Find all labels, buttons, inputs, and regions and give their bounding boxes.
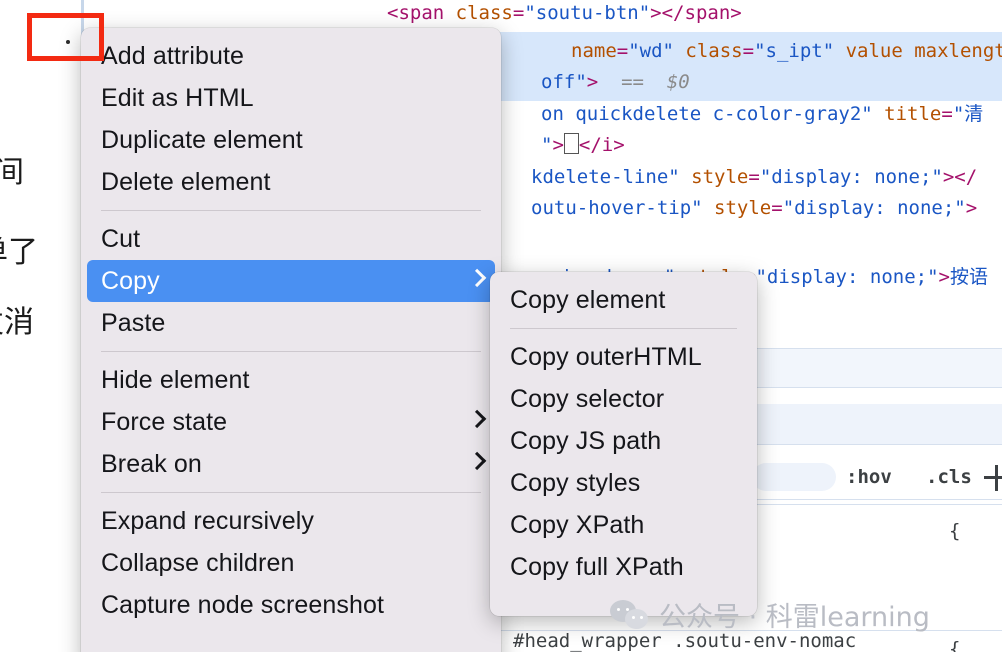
- menu-item-label: Copy JS path: [510, 427, 662, 455]
- menu-item-label: Hide element: [101, 366, 250, 394]
- menu-item-label: Capture node screenshot: [101, 591, 385, 619]
- menu-item-label: Copy XPath: [510, 511, 645, 539]
- style-rule-line-1[interactable]: {: [949, 632, 960, 652]
- context-menu-item-add-attribute[interactable]: Add attribute: [87, 35, 495, 77]
- menu-item-label: Force state: [101, 408, 228, 436]
- code-token: 清: [964, 103, 984, 125]
- code-token: =: [941, 103, 953, 125]
- cls-toggle[interactable]: .cls: [926, 455, 972, 499]
- code-token: >: [938, 266, 950, 288]
- copy-submenu-item-copy-element[interactable]: Copy element: [496, 279, 751, 321]
- copy-submenu[interactable]: Copy element Copy outerHTML Copy selector C…: [490, 272, 757, 616]
- context-menu-item-copy[interactable]: Copy: [87, 260, 495, 302]
- context-menu-separator: [101, 492, 481, 493]
- chevron-right-icon: [467, 451, 487, 471]
- chevron-right-icon: [467, 268, 487, 288]
- context-menu-item-paste[interactable]: Paste: [87, 302, 495, 344]
- menu-item-label: Copy: [101, 267, 160, 295]
- context-menu-item-force-state[interactable]: Force state: [87, 401, 495, 443]
- code-token: ></: [942, 166, 978, 188]
- menu-item-label: Copy selector: [510, 385, 665, 413]
- menu-item-label: Collapse children: [101, 549, 295, 577]
- menu-item-label: Cut: [101, 225, 141, 253]
- menu-item-label: Add attribute: [101, 42, 245, 70]
- copy-submenu-item-copy-full-xpath[interactable]: Copy full XPath: [496, 546, 751, 588]
- context-menu-item-hide-element[interactable]: Hide element: [87, 359, 495, 401]
- new-style-rule-icon[interactable]: [984, 465, 1002, 491]
- menu-item-label: Copy outerHTML: [510, 343, 702, 371]
- copy-submenu-item-copy-outerhtml[interactable]: Copy outerHTML: [496, 336, 751, 378]
- context-menu-separator: [101, 351, 481, 352]
- code-token: 按语: [949, 266, 988, 288]
- chevron-right-icon: [467, 409, 487, 429]
- dom-node-context-menu[interactable]: Add attribute Edit as HTML Duplicate eleme…: [81, 28, 501, 652]
- context-menu-item-duplicate-element[interactable]: Duplicate element: [87, 119, 495, 161]
- copy-submenu-separator: [510, 328, 737, 329]
- dom-node-marker-dot: [66, 40, 70, 44]
- menu-item-label: Edit as HTML: [101, 84, 254, 112]
- menu-item-label: Copy element: [510, 286, 666, 314]
- context-menu-item-expand-recursively[interactable]: Expand recursively: [87, 500, 495, 542]
- code-token: >: [965, 197, 978, 219]
- context-menu-item-capture-node-screenshot[interactable]: Capture node screenshot: [87, 584, 495, 626]
- menu-item-label: Delete element: [101, 168, 271, 196]
- screenshot-root: 间 单了 发消 <span class="soutu-btn"></span>n…: [0, 0, 1002, 652]
- menu-item-label: Paste: [101, 309, 166, 337]
- context-menu-item-break-on[interactable]: Break on: [87, 443, 495, 485]
- menu-item-label: Duplicate element: [101, 126, 303, 154]
- context-menu-item-collapse-children[interactable]: Collapse children: [87, 542, 495, 584]
- menu-item-label: Expand recursively: [101, 507, 315, 535]
- copy-submenu-item-copy-styles[interactable]: Copy styles: [496, 462, 751, 504]
- context-menu-item-cut[interactable]: Cut: [87, 218, 495, 260]
- menu-item-label: Copy styles: [510, 469, 641, 497]
- context-menu-item-edit-as-html[interactable]: Edit as HTML: [87, 77, 495, 119]
- copy-submenu-item-copy-js-path[interactable]: Copy JS path: [496, 420, 751, 462]
- code-token: ": [952, 103, 965, 125]
- context-menu-separator: [101, 210, 481, 211]
- style-rule-line-0[interactable]: {: [949, 514, 960, 548]
- bottom-selector-text: #head_wrapper .soutu-env-nomac: [513, 630, 857, 652]
- copy-submenu-item-copy-xpath[interactable]: Copy XPath: [496, 504, 751, 546]
- menu-item-label: Copy full XPath: [510, 553, 684, 581]
- copy-submenu-item-copy-selector[interactable]: Copy selector: [496, 378, 751, 420]
- menu-item-label: Break on: [101, 450, 202, 478]
- context-menu-item-delete-element[interactable]: Delete element: [87, 161, 495, 203]
